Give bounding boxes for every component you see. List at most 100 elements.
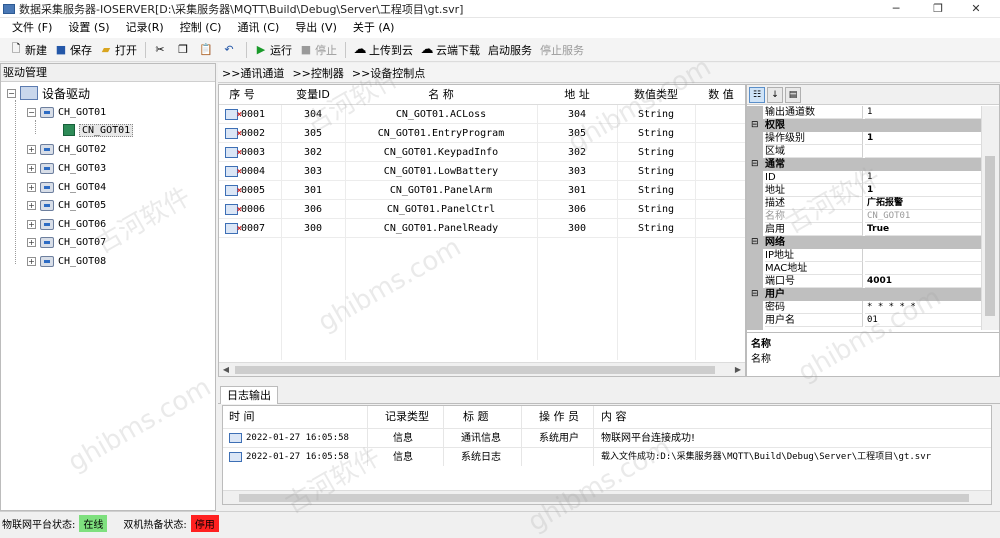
download-cloud-button[interactable]: ☁ 云端下载	[417, 40, 484, 60]
property-row[interactable]: 区域	[747, 145, 981, 158]
menu-communication[interactable]: 通讯 (C)	[229, 18, 287, 38]
log-row[interactable]: 2022-01-27 16:05:58 信息 通讯信息 系统用户 物联网平台连接…	[223, 428, 991, 447]
property-category[interactable]: ⊟ 权限	[747, 119, 981, 132]
menu-file[interactable]: 文件 (F)	[4, 18, 60, 38]
expand-icon[interactable]: +	[27, 163, 36, 173]
tree-node-ch-got06[interactable]: + CH_GOT06	[27, 215, 106, 233]
table-row[interactable]: 0001 304 CN_GOT01.ACLoss 304 String	[219, 105, 745, 125]
breadcrumb-channel[interactable]: >>通讯通道	[222, 65, 284, 81]
property-row[interactable]: 描述 广拓报警	[747, 197, 981, 210]
scroll-thumb[interactable]	[985, 156, 995, 316]
tab-log-output[interactable]: 日志输出	[220, 386, 278, 404]
property-value[interactable]: 广拓报警	[865, 197, 981, 210]
close-button[interactable]: ✕	[960, 0, 992, 18]
property-value[interactable]: * * * * *	[865, 301, 981, 314]
collapse-icon[interactable]: −	[27, 107, 36, 117]
col-name[interactable]: 名 称	[345, 85, 537, 105]
log-horizontal-scrollbar[interactable]	[223, 490, 991, 504]
property-row[interactable]: 名称 CN_GOT01	[747, 210, 981, 223]
log-row[interactable]: 2022-01-27 16:05:58 信息 系统日志 载入文件成功:D:\采集…	[223, 447, 991, 466]
tree-node-ch-got07[interactable]: + CH_GOT07	[27, 233, 106, 251]
collapse-icon[interactable]: ⊟	[751, 236, 759, 249]
tree-node-ch-got08[interactable]: + CH_GOT08	[27, 252, 106, 270]
col-address[interactable]: 地 址	[537, 85, 617, 105]
property-row[interactable]: MAC地址	[747, 262, 981, 275]
maximize-button[interactable]: ❐	[922, 0, 954, 18]
breadcrumb-control-points[interactable]: >>设备控制点	[352, 65, 425, 81]
expand-icon[interactable]: +	[27, 182, 36, 192]
property-value[interactable]: CN_GOT01	[865, 210, 981, 223]
save-button[interactable]: ■ 保存	[51, 40, 96, 60]
property-value[interactable]: 1	[865, 106, 981, 119]
property-row[interactable]: 操作级别 1	[747, 132, 981, 145]
property-row[interactable]: 用户名 01	[747, 314, 981, 327]
menu-records[interactable]: 记录(R)	[117, 18, 171, 38]
property-scrollbar[interactable]	[981, 106, 999, 330]
table-row[interactable]: 0002 305 CN_GOT01.EntryProgram 305 Strin…	[219, 124, 745, 144]
property-row[interactable]: ID 1	[747, 171, 981, 184]
menu-control[interactable]: 控制 (C)	[172, 18, 230, 38]
table-row[interactable]: 0006 306 CN_GOT01.PanelCtrl 306 String	[219, 200, 745, 220]
menu-about[interactable]: 关于 (A)	[345, 18, 403, 38]
property-value[interactable]: 1	[865, 171, 981, 184]
property-value[interactable]: True	[865, 223, 981, 236]
run-button[interactable]: ▶ 运行	[251, 40, 296, 60]
expand-icon[interactable]: +	[27, 144, 36, 154]
col-seq[interactable]: 序 号	[219, 85, 265, 105]
property-category[interactable]: ⊟ 用户	[747, 288, 981, 301]
property-value[interactable]: 4001	[865, 275, 981, 288]
paste-button[interactable]: 📋	[196, 40, 219, 60]
expand-icon[interactable]: +	[27, 256, 36, 266]
property-value[interactable]: 1	[865, 132, 981, 145]
property-row[interactable]: 启用 True	[747, 223, 981, 236]
tree-node-ch-got01[interactable]: − CH_GOT01	[27, 103, 106, 121]
expand-icon[interactable]: +	[27, 237, 36, 247]
property-value[interactable]	[865, 249, 981, 262]
property-value[interactable]: 01	[865, 314, 981, 327]
copy-button[interactable]: ❐	[173, 40, 196, 60]
tree-node-cn-got01[interactable]: CN_GOT01	[63, 121, 134, 139]
property-pages-icon[interactable]: ▤	[785, 86, 801, 103]
collapse-icon[interactable]: ⊟	[751, 119, 759, 132]
tree-node-ch-got05[interactable]: + CH_GOT05	[27, 196, 106, 214]
table-row[interactable]: 0004 303 CN_GOT01.LowBattery 303 String	[219, 162, 745, 182]
property-category[interactable]: ⊟ 网络	[747, 236, 981, 249]
col-value-type[interactable]: 数值类型	[617, 85, 695, 105]
scroll-right-icon[interactable]: ▶	[731, 363, 745, 376]
breadcrumb-controller[interactable]: >>控制器	[292, 65, 343, 81]
property-value[interactable]	[865, 145, 981, 158]
new-button[interactable]: 🗋 新建	[6, 40, 51, 60]
upload-cloud-button[interactable]: ☁ 上传到云	[350, 40, 417, 60]
property-value[interactable]	[865, 262, 981, 275]
collapse-icon[interactable]: ⊟	[751, 158, 759, 171]
cut-button[interactable]: ✂	[150, 40, 173, 60]
property-row[interactable]: IP地址	[747, 249, 981, 262]
stop-service-button[interactable]: 停止服务	[536, 40, 588, 60]
sort-alpha-icon[interactable]: ↓	[767, 86, 783, 103]
open-button[interactable]: ▰ 打开	[96, 40, 141, 60]
categorized-icon[interactable]: ☷	[749, 86, 765, 103]
scroll-left-icon[interactable]: ◀	[219, 363, 233, 376]
property-row[interactable]: 输出通道数 1	[747, 106, 981, 119]
undo-button[interactable]: ↶	[219, 40, 242, 60]
property-row[interactable]: 端口号 4001	[747, 275, 981, 288]
scroll-thumb[interactable]	[235, 366, 715, 374]
property-row[interactable]: 地址 1	[747, 184, 981, 197]
table-horizontal-scrollbar[interactable]: ◀ ▶	[219, 362, 745, 376]
collapse-icon[interactable]: −	[7, 88, 16, 98]
tree-node-ch-got04[interactable]: + CH_GOT04	[27, 178, 106, 196]
menu-settings[interactable]: 设置 (S)	[60, 18, 117, 38]
tree-node-ch-got03[interactable]: + CH_GOT03	[27, 159, 106, 177]
table-row[interactable]: 0007 300 CN_GOT01.PanelReady 300 String	[219, 219, 745, 239]
tree-node-ch-got02[interactable]: + CH_GOT02	[27, 140, 106, 158]
start-service-button[interactable]: 启动服务	[484, 40, 536, 60]
stop-button[interactable]: ■ 停止	[296, 40, 341, 60]
property-value[interactable]: 1	[865, 184, 981, 197]
scroll-thumb[interactable]	[239, 494, 969, 502]
tree-root[interactable]: − 设备驱动	[7, 84, 90, 102]
property-category[interactable]: ⊟ 通常	[747, 158, 981, 171]
table-row[interactable]: 0005 301 CN_GOT01.PanelArm 301 String	[219, 181, 745, 201]
menu-export[interactable]: 导出 (V)	[287, 18, 345, 38]
expand-icon[interactable]: +	[27, 219, 36, 229]
expand-icon[interactable]: +	[27, 200, 36, 210]
